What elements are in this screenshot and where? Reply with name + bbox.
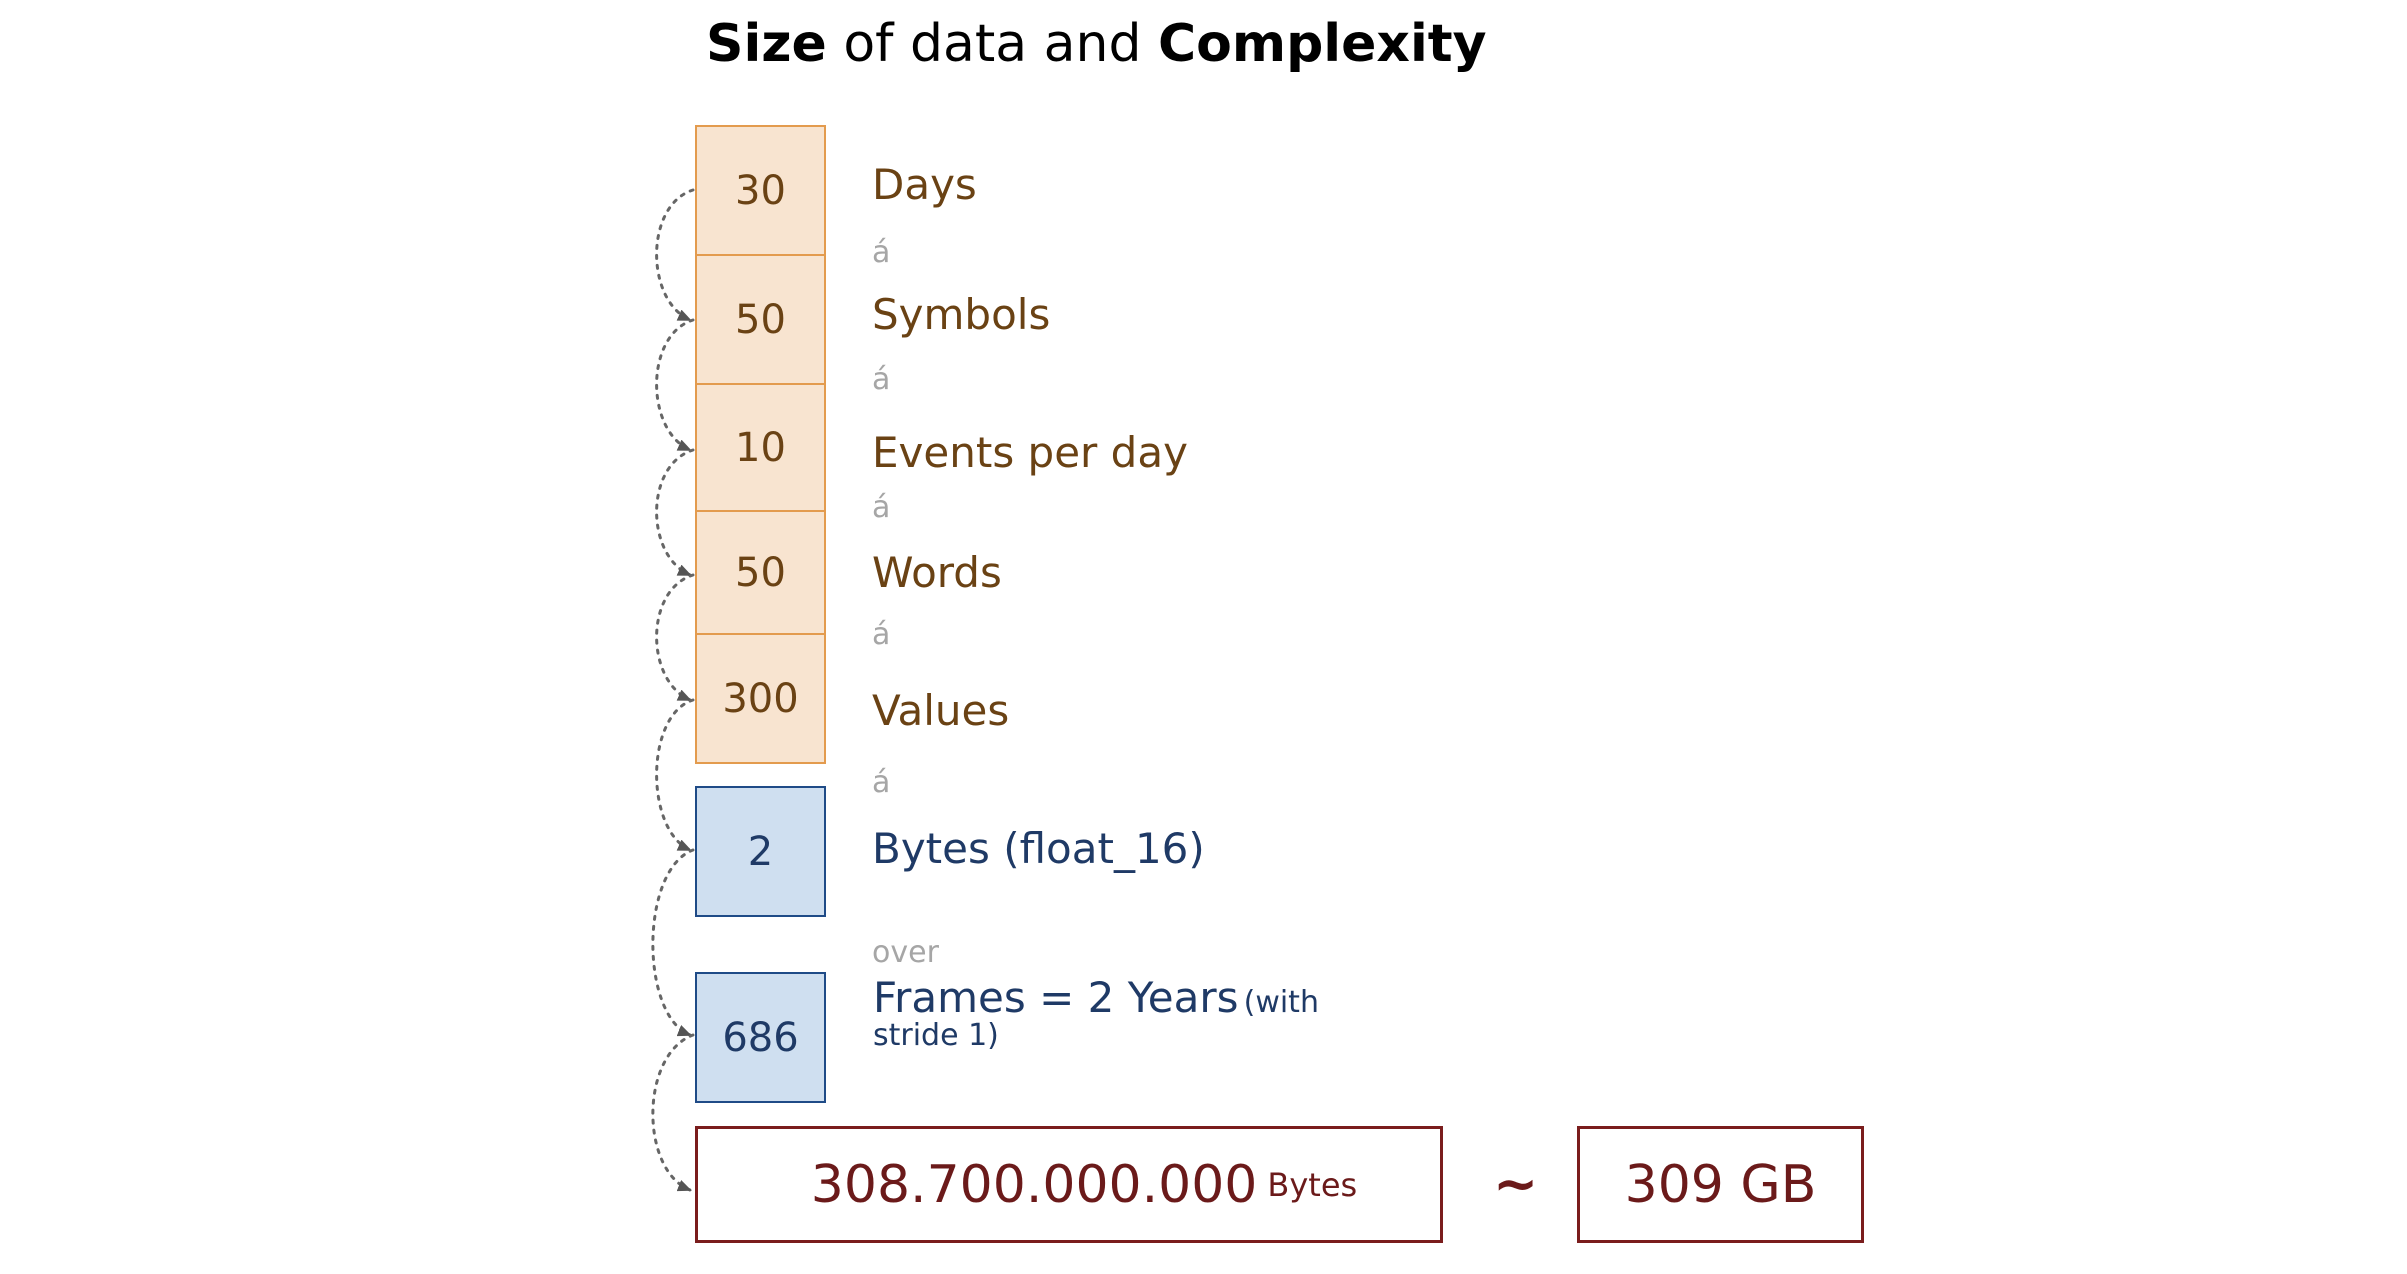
arrow-4 bbox=[655, 573, 695, 702]
arrow-3 bbox=[655, 448, 695, 577]
arrow-1 bbox=[655, 188, 695, 322]
dotted-arrows bbox=[651, 188, 695, 1192]
arrow-6 bbox=[651, 848, 695, 1037]
arrow-5 bbox=[655, 698, 695, 852]
arrow-2 bbox=[655, 318, 695, 452]
arrow-7 bbox=[651, 1033, 695, 1192]
